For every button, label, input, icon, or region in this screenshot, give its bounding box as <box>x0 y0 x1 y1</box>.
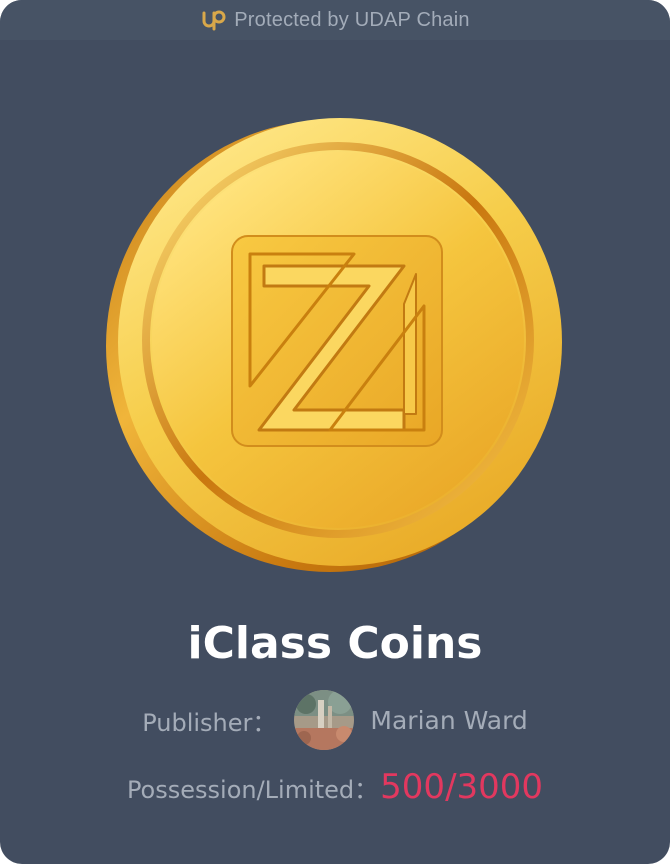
coin-title: iClass Coins <box>187 618 483 669</box>
possession-row: Possession/Limited： 500/3000 <box>0 762 670 812</box>
protection-banner: Protected by UDAP Chain <box>0 0 670 40</box>
publisher-name[interactable]: Marian Ward <box>370 706 527 735</box>
publisher-label: Publisher： <box>142 708 277 737</box>
banner-text: Protected by UDAP Chain <box>234 8 470 31</box>
avatar[interactable] <box>294 690 355 750</box>
publisher-row: Publisher： Marian Ward <box>0 690 670 750</box>
possession-value: 500/3000 <box>380 767 544 807</box>
possession-label: Possession/Limited： <box>126 775 379 804</box>
nft-card: Protected by UDAP Chain iClass Coins Pub… <box>0 0 670 864</box>
z-coin-icon <box>104 114 568 574</box>
udap-chain-icon <box>200 7 226 33</box>
